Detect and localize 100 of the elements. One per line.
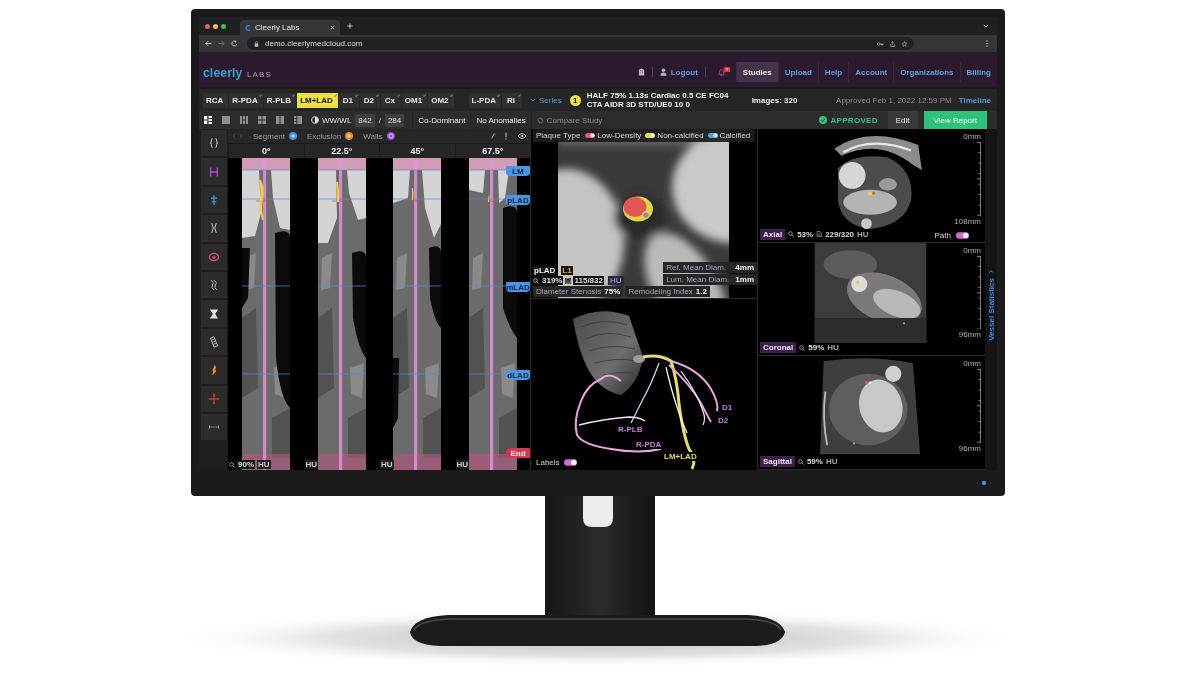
unit-tag: HU bbox=[607, 276, 624, 285]
app-logo: cleerly LABS bbox=[203, 65, 273, 80]
slice-number: 229/320 bbox=[825, 229, 855, 239]
vessel-tab[interactable]: R-PLB bbox=[263, 92, 297, 108]
tool-button[interactable] bbox=[200, 300, 227, 327]
document-icon bbox=[816, 231, 823, 238]
edit-button[interactable]: Edit bbox=[887, 111, 918, 129]
nav-tab[interactable]: Help bbox=[817, 62, 849, 82]
person-icon bbox=[659, 68, 667, 76]
timeline-link[interactable]: Timeline bbox=[958, 95, 991, 105]
window-center-field[interactable]: 284 bbox=[384, 113, 405, 127]
vessel-tab[interactable]: L-PDA bbox=[468, 92, 501, 108]
list-icon[interactable] bbox=[294, 116, 302, 124]
pen-icon[interactable] bbox=[491, 132, 495, 140]
stat-value: 75% bbox=[604, 287, 621, 296]
stat-label: Diameter Stenosis bbox=[536, 287, 602, 296]
zoom-level: 59% bbox=[806, 457, 823, 466]
window-zoom-icon[interactable] bbox=[221, 23, 226, 29]
series-dropdown[interactable]: Series bbox=[526, 95, 565, 105]
diameter-label: Ref. Mean Diam. bbox=[666, 263, 727, 272]
browser-tab[interactable]: Cleerly Labs bbox=[240, 20, 340, 35]
zoom-level: 59% bbox=[808, 343, 825, 353]
segment-marker[interactable]: mLAD bbox=[506, 282, 530, 292]
building-icon[interactable] bbox=[637, 68, 645, 76]
toggle-switch[interactable] bbox=[956, 231, 969, 239]
notifications-button[interactable] bbox=[716, 67, 730, 77]
vessel-tab[interactable]: RCA bbox=[203, 92, 229, 108]
legend-label: Calcified bbox=[719, 131, 751, 140]
toggle-label: Path bbox=[934, 230, 951, 240]
zoom-icon bbox=[788, 231, 795, 238]
zoom-icon bbox=[799, 344, 806, 351]
logout-link[interactable]: Logout bbox=[659, 67, 698, 77]
toggle-switch[interactable] bbox=[585, 133, 596, 138]
plane-tag[interactable]: Axial bbox=[760, 228, 786, 240]
check-circle-icon bbox=[819, 116, 828, 124]
vessel-tab[interactable]: D1 bbox=[338, 92, 359, 108]
reload-icon[interactable] bbox=[231, 40, 238, 47]
tool-button[interactable] bbox=[200, 130, 227, 157]
approval-date: Approved Feb 1, 2022 12:59 PM bbox=[836, 95, 952, 105]
nav-tab[interactable]: Account bbox=[848, 62, 894, 82]
zoom-icon bbox=[229, 461, 235, 468]
chevron-down-icon[interactable] bbox=[983, 24, 989, 28]
swap-arrows-icon bbox=[536, 116, 544, 124]
annotation-tool-button[interactable]: Exclusion bbox=[307, 131, 354, 141]
annotation-tool-button[interactable]: Segment bbox=[253, 131, 298, 141]
window-width-field[interactable]: 842 bbox=[355, 113, 375, 127]
tool-button[interactable] bbox=[200, 328, 227, 356]
toggle-switch[interactable] bbox=[563, 459, 577, 466]
segment-marker[interactable]: LM bbox=[506, 166, 530, 176]
address-field[interactable]: demo.cleerlymedcloud.com bbox=[247, 37, 914, 50]
vessel-tab[interactable]: Cx bbox=[380, 92, 401, 108]
key-icon[interactable] bbox=[877, 40, 884, 47]
toggle-switch[interactable] bbox=[707, 133, 718, 138]
vessel-tab[interactable]: OM1 bbox=[401, 92, 428, 108]
eye-icon[interactable] bbox=[517, 132, 527, 140]
toggle-switch[interactable] bbox=[645, 133, 656, 138]
scale-label: 0mm bbox=[963, 132, 981, 141]
scale-label: 96mm bbox=[958, 330, 981, 340]
star-icon[interactable] bbox=[901, 40, 908, 47]
columns-icon[interactable] bbox=[240, 116, 248, 124]
plane-tag[interactable]: Sagittal bbox=[760, 456, 795, 467]
nav-tab[interactable]: Billing bbox=[959, 62, 997, 82]
vessel-tab[interactable]: R-PDA bbox=[229, 92, 263, 108]
stat-label: Remodeling Index bbox=[628, 287, 693, 296]
segment-marker[interactable]: dLAD bbox=[506, 370, 530, 380]
window-close-icon[interactable] bbox=[205, 23, 210, 29]
plane-tag[interactable]: Coronal bbox=[760, 342, 797, 354]
vessel-tab[interactable]: LM+LAD bbox=[297, 92, 338, 108]
grid-icon[interactable] bbox=[204, 116, 212, 124]
back-icon[interactable] bbox=[205, 40, 212, 47]
vessel-tab[interactable]: D2 bbox=[359, 92, 380, 108]
end-marker[interactable]: End bbox=[506, 448, 530, 458]
vessel-label: LM+LAD bbox=[663, 452, 698, 461]
window-level-label: WW/WL bbox=[322, 115, 352, 125]
power-led-icon bbox=[982, 481, 986, 485]
segment-marker[interactable]: pLAD bbox=[506, 195, 530, 205]
zoom-level: 319% bbox=[541, 276, 564, 285]
close-icon[interactable] bbox=[330, 25, 335, 30]
vessel-statistics-tab[interactable]: Vessel Statistics bbox=[986, 269, 996, 341]
annotation-tool-button[interactable]: Walls bbox=[363, 131, 395, 141]
nav-tab[interactable]: Studies bbox=[735, 62, 778, 82]
nav-tab[interactable]: Upload bbox=[777, 62, 818, 82]
window-minimize-icon[interactable] bbox=[213, 23, 218, 29]
exclamation-icon[interactable] bbox=[504, 132, 508, 140]
status-label: APPROVED bbox=[830, 115, 878, 125]
share-icon[interactable] bbox=[889, 40, 896, 47]
zoom-icon bbox=[533, 277, 539, 284]
legend-label: Non-calcified bbox=[657, 131, 704, 140]
nav-tab[interactable]: Organizations bbox=[893, 62, 960, 82]
image-count: Images: 320 bbox=[751, 95, 798, 105]
vessel-label: R-PLB bbox=[617, 425, 644, 434]
diameter-value: 1mm bbox=[735, 275, 754, 284]
diameter-label: Lum. Mean Diam. bbox=[666, 275, 730, 284]
unit-label: HU bbox=[825, 457, 838, 466]
vessel-tab[interactable]: OM2 bbox=[428, 92, 454, 108]
plus-icon[interactable] bbox=[347, 23, 353, 29]
forward-icon[interactable] bbox=[218, 40, 225, 47]
vessel-label: D2 bbox=[717, 416, 730, 425]
ring-icon bbox=[207, 250, 220, 263]
vessel-tab[interactable]: RI bbox=[501, 92, 522, 108]
